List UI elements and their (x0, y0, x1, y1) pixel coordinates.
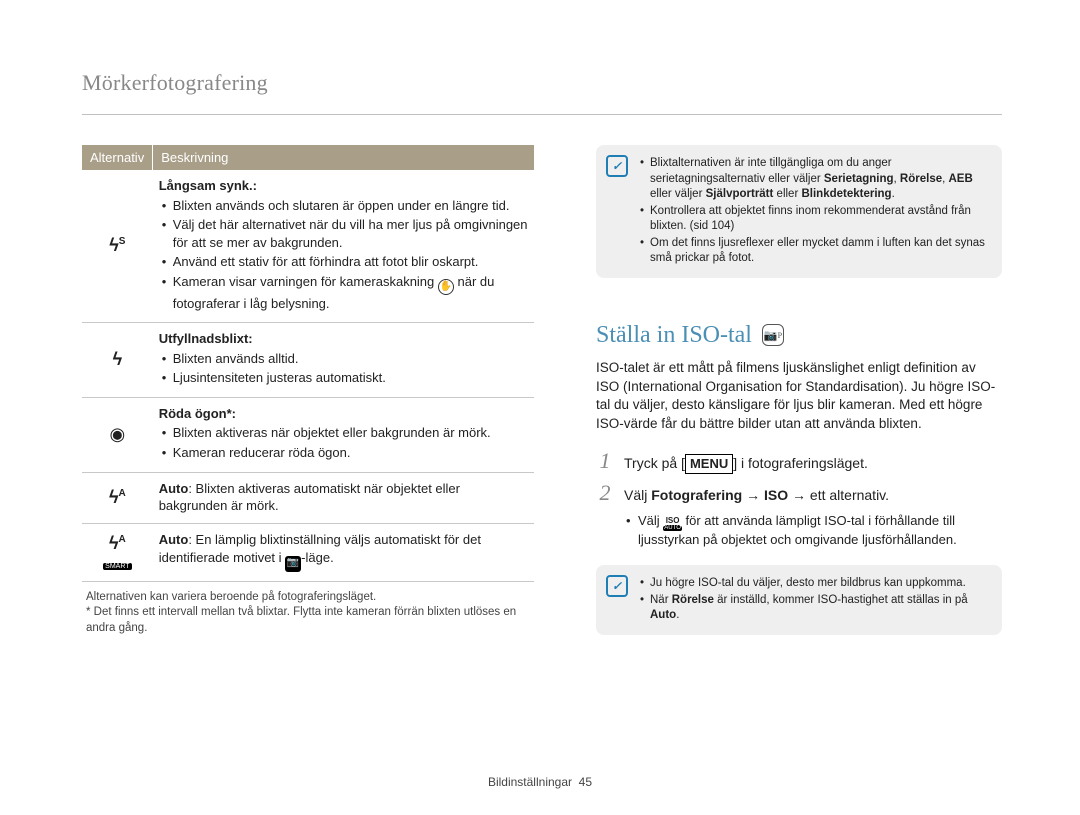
menu-button-label: MENU (685, 454, 733, 474)
page-footer: Bildinställningar 45 (0, 775, 1080, 789)
table-row: ϟS Långsam synk. Blixten används och slu… (82, 170, 534, 323)
options-table: Alternativ Beskrivning ϟS Långsam synk. … (82, 145, 534, 582)
table-row: ◉ Röda ögon* Blixten aktiveras när objek… (82, 397, 534, 472)
mode-p-icon: 📷P (762, 324, 784, 346)
list-item: Ljusintensiteten justeras automatiskt. (159, 369, 528, 387)
footnote: Alternativen kan variera beroende på fot… (86, 590, 534, 606)
list-item: Blixten aktiveras när objektet eller bak… (159, 424, 528, 442)
note-item: Kontrollera att objektet finns inom reko… (638, 204, 990, 235)
flash-smart-auto-icon: ϟA SMART (82, 523, 153, 581)
shake-warning-icon: ✋ (438, 279, 454, 295)
note-box: ✓ Ju högre ISO-tal du väljer, desto mer … (596, 565, 1002, 635)
info-icon: ✓ (606, 155, 628, 177)
iso-heading: Ställa in ISO-tal 📷P (596, 322, 1002, 349)
list-item: Blixten används och slutaren är öppen un… (159, 197, 528, 215)
row-name: Utfyllnadsblixt (159, 331, 253, 346)
page-title: Mörkerfotografering (82, 70, 1002, 96)
note-item: Om det finns ljusreflexer eller mycket d… (638, 236, 990, 267)
iso-auto-icon: ISOAUTO (663, 515, 682, 531)
row-name: Långsam synk. (159, 178, 257, 193)
note-item: Blixtalternativen är inte tillgängliga o… (638, 156, 990, 203)
title-divider (82, 114, 1002, 115)
red-eye-icon: ◉ (82, 397, 153, 472)
list-item: Kameran reducerar röda ögon. (159, 444, 528, 462)
list-item: Blixten används alltid. (159, 350, 528, 368)
flash-auto-icon: ϟA (82, 472, 153, 523)
camera-mode-icon: 📷 (285, 556, 301, 572)
list-item: Använd ett stativ för att förhindra att … (159, 253, 528, 271)
note-item: När Rörelse är inställd, kommer ISO-hast… (638, 593, 990, 624)
info-icon: ✓ (606, 575, 628, 597)
note-box: ✓ Blixtalternativen är inte tillgängliga… (596, 145, 1002, 278)
flash-fill-icon: ϟ (82, 323, 153, 398)
th-beskrivning: Beskrivning (153, 145, 534, 170)
list-item: Kameran visar varningen för kameraskakni… (159, 273, 528, 313)
th-alternativ: Alternativ (82, 145, 153, 170)
step-1: 1 Tryck på [MENU] i fotograferingsläget. (596, 448, 1002, 474)
iso-paragraph: ISO-talet är ett mått på filmens ljuskän… (596, 359, 1002, 435)
step-number: 1 (596, 448, 614, 474)
list-item: Välj det här alternativet när du vill ha… (159, 216, 528, 251)
step-number: 2 (596, 480, 614, 506)
step-2-sub: Välj ISOAUTO för att använda lämpligt IS… (624, 512, 1002, 549)
flash-slow-sync-icon: ϟS (82, 170, 153, 323)
note-item: Ju högre ISO-tal du väljer, desto mer bi… (638, 576, 990, 592)
row-name: Röda ögon* (159, 406, 236, 421)
table-row: ϟ Utfyllnadsblixt Blixten används alltid… (82, 323, 534, 398)
footnote: * Det finns ett intervall mellan två bli… (86, 605, 534, 636)
table-row: ϟA SMART Auto: En lämplig blixtinställni… (82, 523, 534, 581)
step-2: 2 Välj Fotografering → ISO → ett alterna… (596, 480, 1002, 506)
table-row: ϟA Auto: Blixten aktiveras automatiskt n… (82, 472, 534, 523)
